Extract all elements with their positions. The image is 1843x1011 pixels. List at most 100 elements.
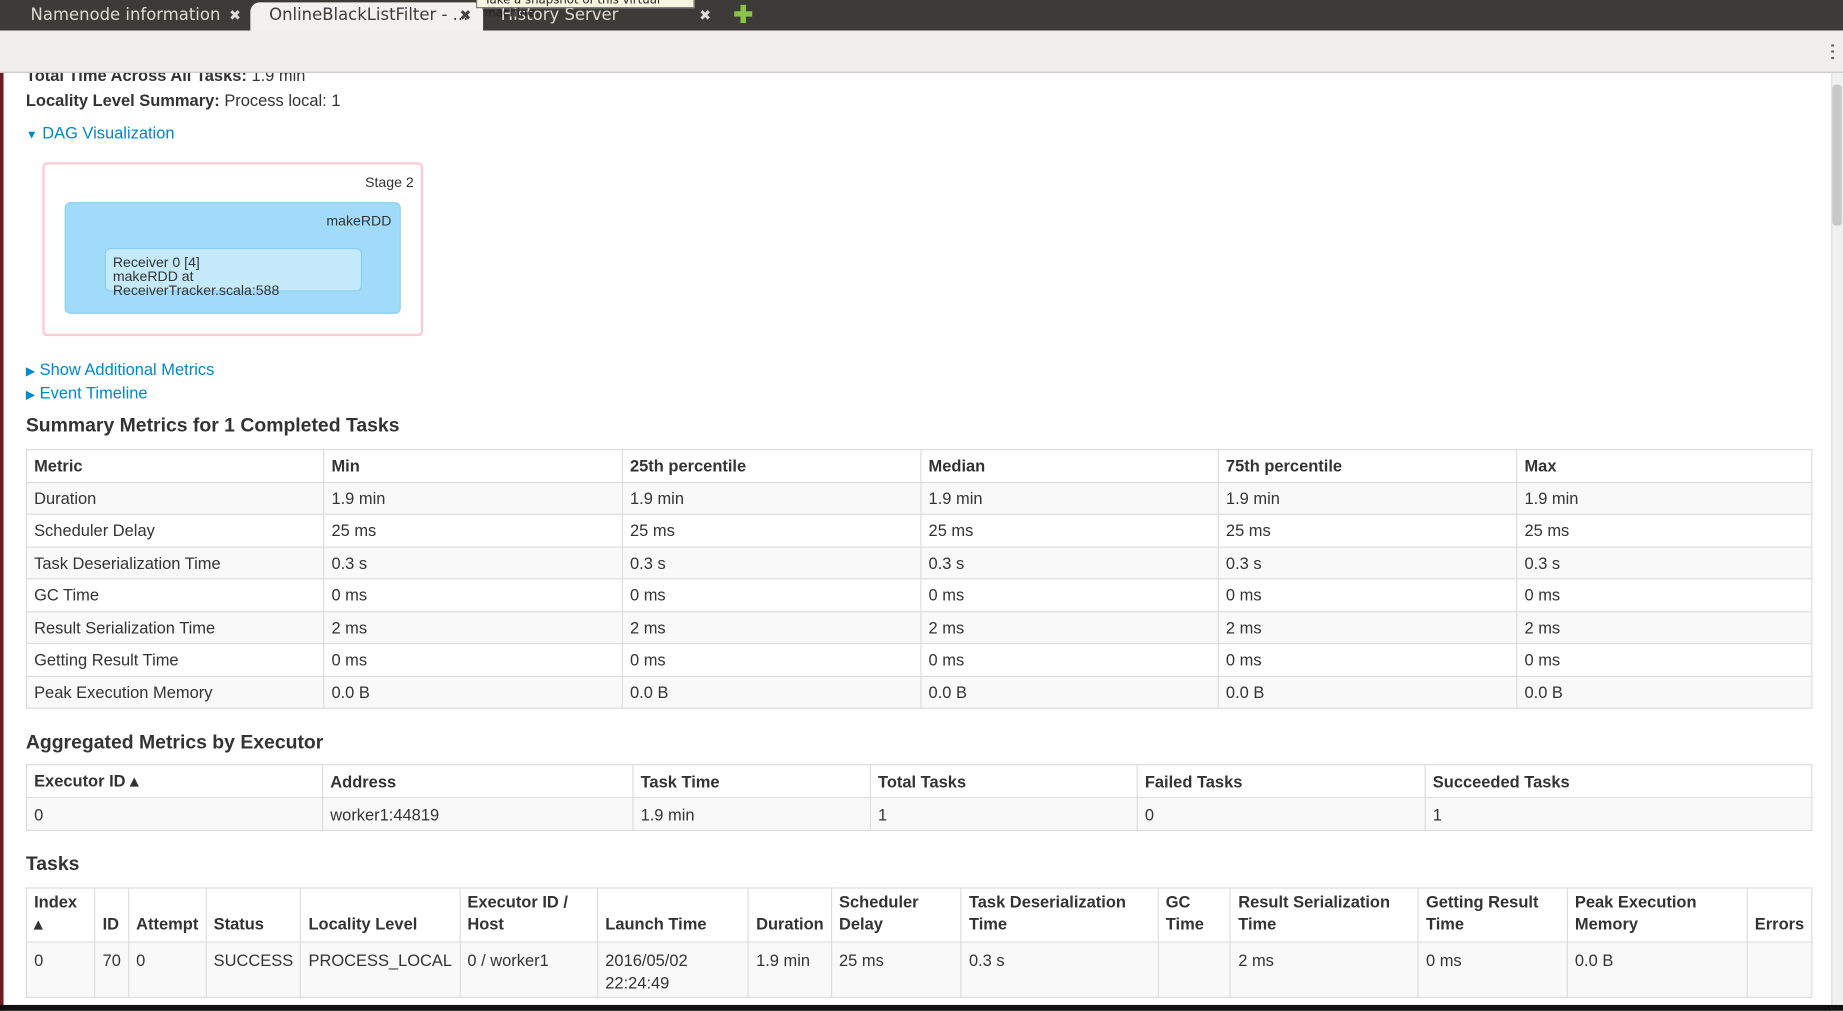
column-header[interactable]: Min xyxy=(323,449,623,483)
table-cell: 1.9 min xyxy=(632,796,871,831)
table-cell: 1.9 min xyxy=(621,481,922,515)
locality-label: Locality Level Summary: xyxy=(25,90,220,110)
table-cell: 0.3 s xyxy=(960,941,1159,998)
table-cell: 0 xyxy=(25,796,324,831)
column-header[interactable]: GC Time xyxy=(1157,887,1232,943)
column-header[interactable]: Executor ID / Host xyxy=(459,887,599,943)
table-cell: 25 ms xyxy=(1516,513,1813,548)
table-cell: Task Deserialization Time xyxy=(25,545,325,580)
table-cell: 0.0 B xyxy=(323,675,623,709)
scrollbar-thumb[interactable] xyxy=(1832,84,1842,226)
cluster-label: makeRDD xyxy=(326,212,392,230)
window-edge xyxy=(0,72,4,1011)
column-header[interactable]: Launch Time xyxy=(597,887,750,943)
tasks-table: Index ▴ ID Attempt Status Locality Level Exec… xyxy=(25,887,1813,998)
tab-namenode[interactable]: Namenode information ✖ xyxy=(12,2,253,30)
table-cell xyxy=(1746,941,1813,998)
pocket-icon[interactable]: ⛉ xyxy=(1638,41,1664,65)
table-cell: 1 xyxy=(869,796,1138,831)
column-header[interactable]: Executor ID ▴ xyxy=(25,763,324,799)
column-header[interactable]: Peak Execution Memory xyxy=(1566,887,1748,943)
table-cell: 70 xyxy=(94,941,130,998)
column-header[interactable]: Total Tasks xyxy=(869,763,1138,799)
summary-metrics-table: Metric Min 25th percentile Median 75th perce… xyxy=(25,448,1813,709)
column-header[interactable]: 25th percentile xyxy=(621,449,922,483)
reading-list-icon[interactable]: ▤ xyxy=(1597,41,1623,65)
url-path: :8080/history/app-20160502222356-0000/st… xyxy=(128,43,922,63)
executor-metrics-title: Aggregated Metrics by Executor xyxy=(25,732,324,754)
dag-visualization-toggle[interactable]: ▼ DAG Visualization xyxy=(26,123,175,142)
close-icon[interactable]: ✖ xyxy=(229,2,241,28)
table-row: Task Deserialization Time 0.3 s 0.3 s 0.3 s… xyxy=(25,545,1813,580)
table-row: GC Time 0 ms 0 ms 0 ms 0 ms 0 ms xyxy=(25,578,1813,612)
bottom-bar xyxy=(0,1004,1843,1011)
total-time-value: 1.9 min xyxy=(251,65,306,85)
column-header[interactable]: Getting Result Time xyxy=(1417,887,1568,943)
column-header[interactable]: ID xyxy=(94,887,130,943)
column-header[interactable]: Median xyxy=(920,449,1219,483)
back-arrow-icon[interactable]: ← xyxy=(8,38,39,70)
show-additional-metrics-toggle[interactable]: ▶ Show Additional Metrics xyxy=(26,360,214,379)
table-cell: Duration xyxy=(25,481,325,515)
dag-node[interactable]: Receiver 0 [4] makeRDD at ReceiverTracker… xyxy=(104,248,363,297)
event-timeline-toggle[interactable]: ▶ Event Timeline xyxy=(26,383,148,402)
table-cell: 0.0 B xyxy=(1516,675,1813,709)
column-header[interactable]: Metric xyxy=(25,449,325,483)
table-cell: 0.0 B xyxy=(1566,941,1748,998)
table-cell: 25 ms xyxy=(1217,513,1518,548)
url-bar[interactable]: master:8080/history/app-20160502222356-0… xyxy=(37,39,1202,67)
table-cell: 0.3 s xyxy=(323,545,623,580)
table-cell: 0 / worker1 xyxy=(459,941,599,998)
column-header[interactable]: Errors xyxy=(1746,887,1813,943)
table-cell: Result Serialization Time xyxy=(25,610,325,645)
table-cell: 1.9 min xyxy=(747,941,832,998)
close-icon[interactable]: ✖ xyxy=(460,2,472,28)
column-header[interactable]: Status xyxy=(205,887,302,943)
globe-icon xyxy=(44,44,62,62)
column-header[interactable]: Attempt xyxy=(127,887,207,943)
table-cell: 1.9 min xyxy=(1516,481,1813,515)
table-cell: 0.3 s xyxy=(1217,545,1518,580)
column-header[interactable]: 75th percentile xyxy=(1217,449,1518,483)
table-cell: 0 xyxy=(127,941,207,998)
column-header[interactable]: Failed Tasks xyxy=(1136,763,1426,799)
search-input[interactable]: ⚲ Search xyxy=(1207,39,1551,67)
download-icon[interactable]: ⬇ xyxy=(1681,41,1707,65)
table-cell: 0 ms xyxy=(920,578,1219,612)
bookmark-star-icon[interactable]: ☆ xyxy=(1562,41,1588,65)
column-header[interactable]: Scheduler Delay xyxy=(830,887,962,943)
tab-bar: Namenode information ✖ OnlineBlackListFil… xyxy=(0,0,1843,31)
table-cell xyxy=(1157,941,1232,998)
column-header[interactable]: Result Serialization Time xyxy=(1229,887,1419,943)
column-header[interactable]: Max xyxy=(1516,449,1813,483)
table-cell: 0.0 B xyxy=(920,675,1219,709)
link-label: Show Additional Metrics xyxy=(39,359,215,379)
column-header[interactable]: Duration xyxy=(747,887,832,943)
column-header[interactable]: Address xyxy=(322,763,634,799)
chat-icon[interactable]: ☻ xyxy=(1767,41,1793,65)
table-cell: Getting Result Time xyxy=(25,642,325,677)
table-cell: 25 ms xyxy=(621,513,922,548)
url-host: master xyxy=(70,43,129,63)
table-cell: 0.0 B xyxy=(621,675,922,709)
table-cell: 1 xyxy=(1424,796,1813,831)
column-header[interactable]: Task Deserialization Time xyxy=(960,887,1159,943)
stage-label: Stage 2 xyxy=(365,173,414,191)
home-icon[interactable]: ⌂ xyxy=(1723,41,1749,65)
table-cell: 0 ms xyxy=(1516,578,1813,612)
menu-icon[interactable]: ☰ xyxy=(1814,41,1840,65)
summary-metrics-title: Summary Metrics for 1 Completed Tasks xyxy=(25,414,400,437)
table-row: Peak Execution Memory 0.0 B 0.0 B 0.0 B 0.0 … xyxy=(25,675,1813,709)
new-tab-plus-icon[interactable]: ✚ xyxy=(733,2,753,28)
column-header[interactable]: Index ▴ xyxy=(25,887,96,943)
tasks-title: Tasks xyxy=(25,853,80,875)
tab-onlineblacklistfilter[interactable]: OnlineBlackListFilter - ... ✖ xyxy=(250,2,484,31)
column-header[interactable]: Task Time xyxy=(632,763,871,799)
table-cell: 2 ms xyxy=(1516,610,1813,645)
reload-icon[interactable]: ▾ ↻ xyxy=(1161,42,1186,61)
table-cell: 0.3 s xyxy=(920,545,1219,580)
column-header[interactable]: Succeeded Tasks xyxy=(1424,763,1813,799)
column-header[interactable]: Locality Level xyxy=(300,887,461,943)
table-cell: 1.9 min xyxy=(323,481,623,515)
close-icon[interactable]: ✖ xyxy=(699,2,711,28)
